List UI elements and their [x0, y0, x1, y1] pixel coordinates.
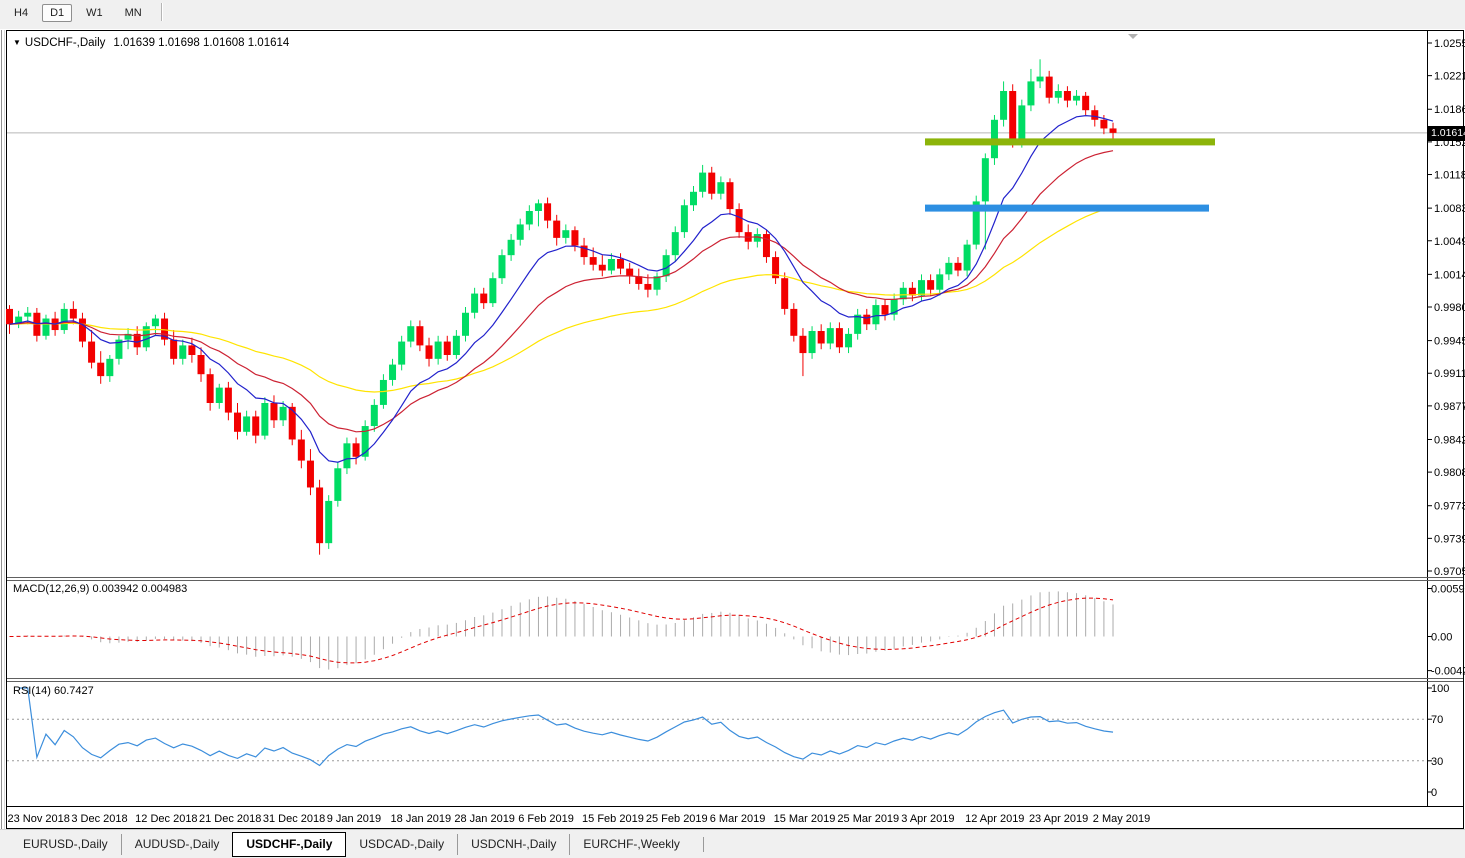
price-axis-label: 1.02550	[1434, 38, 1465, 50]
rsi-axis-label: 30	[1431, 756, 1443, 768]
time-axis-label: 3 Dec 2018	[71, 813, 127, 825]
time-axis-label: 2 May 2019	[1093, 813, 1150, 825]
macd-axis-label: -0.004243	[1431, 666, 1465, 678]
time-axis-label: 23 Nov 2018	[8, 813, 70, 825]
macd-axis-label: 0.00	[1431, 632, 1452, 644]
price-axis-label: 0.99450	[1434, 336, 1465, 348]
tab-usdcnh-daily[interactable]: USDCNH-,Daily	[457, 834, 569, 855]
current-price-badge: 1.01614	[1427, 126, 1465, 141]
time-axis-label: 25 Mar 2019	[837, 813, 899, 825]
price-axis-label: 0.97390	[1434, 533, 1465, 545]
time-axis-label: 6 Mar 2019	[710, 813, 766, 825]
time-axis-label: 25 Feb 2019	[646, 813, 708, 825]
price-axis-label: 0.99110	[1434, 368, 1465, 380]
toolbar-separator	[161, 3, 162, 21]
time-axis-label: 21 Dec 2018	[199, 813, 261, 825]
price-axis-label: 0.98420	[1434, 434, 1465, 446]
timeframe-button-w1[interactable]: W1	[78, 4, 111, 22]
rsi-axis-label: 100	[1431, 683, 1449, 695]
time-axis-label: 15 Feb 2019	[582, 813, 644, 825]
time-axis-label: 3 Apr 2019	[901, 813, 954, 825]
timeframe-toolbar: H4 D1 W1 MN	[0, 0, 1465, 29]
rsi-axis-label: 70	[1431, 714, 1443, 726]
time-axis-label: 9 Jan 2019	[327, 813, 381, 825]
chart-ohlc-values: 1.01639 1.01698 1.01608 1.01614	[113, 37, 289, 49]
rsi-indicator-label: RSI(14) 60.7427	[13, 685, 94, 697]
timeframe-button-mn[interactable]: MN	[117, 4, 150, 22]
timeframe-button-h4[interactable]: H4	[6, 4, 36, 22]
tab-audusd-daily[interactable]: AUDUSD-,Daily	[121, 834, 233, 855]
price-axis-label: 1.00830	[1434, 203, 1465, 215]
tab-usdchf-daily[interactable]: USDCHF-,Daily	[232, 832, 346, 857]
time-axis-label: 6 Feb 2019	[518, 813, 574, 825]
price-axis-label: 1.02210	[1434, 71, 1465, 83]
support-ray-blue[interactable]	[925, 205, 1209, 212]
price-axis-label: 0.99800	[1434, 302, 1465, 314]
chart-title: ▼ USDCHF-,Daily 1.01639 1.01698 1.01608 1.…	[13, 37, 289, 49]
timeframe-button-d1[interactable]: D1	[42, 4, 72, 22]
price-axis-label: 0.97730	[1434, 501, 1465, 513]
tab-separator	[703, 837, 704, 852]
time-axis-label: 12 Dec 2018	[135, 813, 197, 825]
price-axis-label: 0.98770	[1434, 401, 1465, 413]
time-axis-label: 28 Jan 2019	[454, 813, 515, 825]
chart-canvas[interactable]: 1.025501.022101.018601.015201.011801.008…	[0, 0, 1465, 858]
time-axis-label: 15 Mar 2019	[774, 813, 836, 825]
price-axis-label: 0.98080	[1434, 467, 1465, 479]
macd-axis-label: 0.00597	[1431, 584, 1465, 596]
price-axis-label: 1.00490	[1434, 236, 1465, 248]
price-axis-label: 1.01860	[1434, 104, 1465, 116]
chart-window-border	[7, 31, 1464, 829]
tab-eurusd-daily[interactable]: EURUSD-,Daily	[10, 834, 121, 855]
price-axis-label: 1.00140	[1434, 269, 1465, 281]
resistance-ray-green[interactable]	[925, 138, 1215, 145]
price-axis-label: 0.97050	[1434, 566, 1465, 578]
time-axis-label: 23 Apr 2019	[1029, 813, 1088, 825]
price-axis-label: 1.01180	[1434, 170, 1465, 182]
tab-usdcad-daily[interactable]: USDCAD-,Daily	[346, 834, 457, 855]
rsi-axis-label: 0	[1431, 787, 1437, 799]
chart-symbol-label: USDCHF-,Daily	[25, 37, 106, 49]
collapse-triangle-icon[interactable]: ▼	[13, 38, 21, 47]
time-axis-label: 12 Apr 2019	[965, 813, 1024, 825]
chart-tab-bar: EURUSD-,DailyAUDUSD-,DailyUSDCHF-,DailyU…	[0, 829, 1465, 858]
tab-eurchf-weekly[interactable]: EURCHF-,Weekly	[569, 834, 692, 855]
time-axis-label: 31 Dec 2018	[263, 813, 325, 825]
time-axis-label: 18 Jan 2019	[391, 813, 452, 825]
macd-indicator-label: MACD(12,26,9) 0.003942 0.004983	[13, 583, 187, 595]
